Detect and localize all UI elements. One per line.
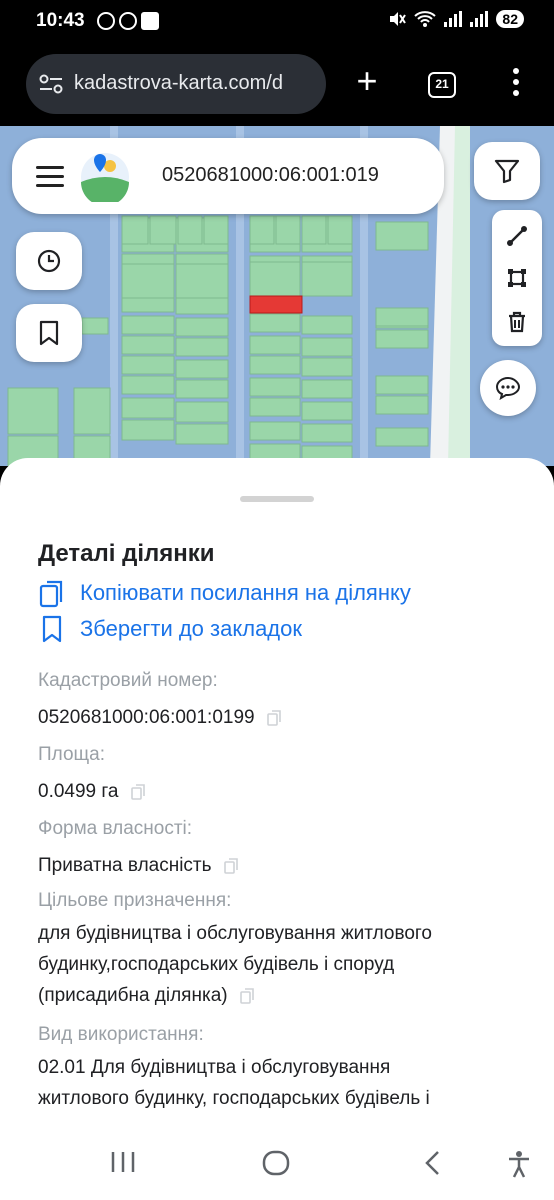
search-parcel-id[interactable]: 0520681000:06:001:019 bbox=[162, 164, 379, 187]
menu-icon[interactable] bbox=[36, 166, 64, 188]
recent-apps-button[interactable] bbox=[108, 1150, 138, 1174]
cadastral-number-label: Кадастровий номер: bbox=[38, 670, 218, 691]
system-navigation-bar bbox=[0, 1122, 554, 1200]
checkbox-notification-icon bbox=[141, 12, 159, 30]
chat-icon bbox=[495, 376, 521, 400]
sheet-title: Деталі ділянки bbox=[38, 540, 215, 567]
usage-type-label: Вид використання: bbox=[38, 1024, 204, 1045]
area-value: 0.0499 га bbox=[38, 776, 508, 807]
bookmarks-button[interactable] bbox=[16, 304, 82, 362]
ownership-text: Приватна власність bbox=[38, 855, 212, 876]
add-bookmark-label[interactable]: Зберегти до закладок bbox=[80, 616, 302, 642]
filter-button[interactable] bbox=[474, 142, 540, 200]
purpose-line: для будівництва і обслуговування житлово… bbox=[38, 923, 432, 944]
copy-icon[interactable] bbox=[130, 783, 146, 801]
viber-icon bbox=[119, 12, 137, 30]
chat-button[interactable] bbox=[480, 360, 536, 416]
new-tab-button[interactable]: + bbox=[350, 62, 384, 102]
measure-area-button[interactable] bbox=[492, 256, 542, 300]
usage-type-line: 02.01 Для будівництва і обслуговування bbox=[38, 1057, 391, 1078]
trash-icon bbox=[509, 311, 525, 333]
copy-link-label[interactable]: Копіювати посилання на ділянку bbox=[80, 580, 411, 606]
line-tool-icon bbox=[507, 226, 527, 246]
copy-icon[interactable] bbox=[223, 857, 239, 875]
signal-icon bbox=[470, 11, 489, 27]
area-label: Площа: bbox=[38, 744, 106, 765]
ownership-value: Приватна власність bbox=[38, 850, 508, 881]
app-logo bbox=[81, 153, 129, 202]
purpose-line: будинку,господарських будівель і споруд bbox=[38, 954, 395, 975]
clock-icon bbox=[37, 249, 61, 273]
area-text: 0.0499 га bbox=[38, 781, 119, 802]
bookmark-icon bbox=[42, 615, 62, 643]
signal-icon bbox=[444, 11, 463, 27]
back-button[interactable] bbox=[422, 1150, 444, 1176]
battery-indicator: 82 bbox=[496, 10, 524, 28]
site-settings-icon[interactable] bbox=[38, 74, 64, 94]
sheet-drag-handle[interactable] bbox=[240, 496, 314, 502]
home-button[interactable] bbox=[262, 1150, 290, 1176]
url-text[interactable]: kadastrova-karta.com/d bbox=[74, 72, 283, 95]
copy-icon[interactable] bbox=[266, 709, 282, 727]
polygon-tool-icon bbox=[508, 269, 526, 287]
history-button[interactable] bbox=[16, 232, 82, 290]
add-bookmark-button[interactable]: Зберегти до закладок bbox=[38, 614, 302, 644]
usage-type-value: 02.01 Для будівництва і обслуговування ж… bbox=[38, 1052, 508, 1114]
system-indicators: 82 bbox=[388, 10, 524, 28]
purpose-line: (присадибна ділянка) bbox=[38, 985, 228, 1006]
status-time: 10:43 bbox=[36, 10, 85, 31]
purpose-label: Цільове призначення: bbox=[38, 890, 232, 911]
address-bar[interactable]: kadastrova-karta.com/d bbox=[26, 54, 326, 114]
usage-type-line: житлового будинку, господарських будівел… bbox=[38, 1088, 430, 1109]
notification-icons bbox=[97, 12, 159, 30]
purpose-value: для будівництва і обслуговування житлово… bbox=[38, 918, 508, 1011]
cadastral-number-value: 0520681000:06:001:0199 bbox=[38, 702, 508, 733]
browser-menu-icon[interactable] bbox=[506, 68, 526, 104]
cadastral-number-text: 0520681000:06:001:0199 bbox=[38, 707, 255, 728]
accessibility-button[interactable] bbox=[506, 1150, 532, 1178]
drawing-tools bbox=[492, 210, 542, 346]
filter-icon bbox=[494, 159, 520, 184]
copy-link-button[interactable]: Копіювати посилання на ділянку bbox=[38, 578, 411, 608]
bookmark-icon bbox=[39, 320, 59, 346]
viber-icon bbox=[97, 12, 115, 30]
back-icon bbox=[425, 1151, 439, 1175]
search-bar[interactable]: 0520681000:06:001:019 bbox=[12, 138, 444, 214]
browser-toolbar: kadastrova-karta.com/d + 21 bbox=[0, 44, 554, 126]
ownership-label: Форма власності: bbox=[38, 818, 193, 839]
recent-apps-icon bbox=[111, 1152, 135, 1172]
tab-switcher-button[interactable]: 21 bbox=[428, 72, 456, 98]
measure-line-button[interactable] bbox=[492, 214, 542, 258]
copy-link-icon bbox=[39, 580, 63, 608]
copy-icon[interactable] bbox=[239, 987, 255, 1005]
delete-drawing-button[interactable] bbox=[492, 300, 542, 344]
home-icon bbox=[262, 1150, 290, 1176]
mute-icon bbox=[390, 12, 407, 26]
wifi-icon bbox=[414, 11, 437, 27]
selected-parcel[interactable] bbox=[249, 295, 303, 314]
accessibility-icon bbox=[509, 1151, 529, 1178]
status-bar: 10:43 82 bbox=[0, 0, 554, 44]
parcel-details-sheet: Деталі ділянки Копіювати посилання на ді… bbox=[0, 458, 554, 1122]
